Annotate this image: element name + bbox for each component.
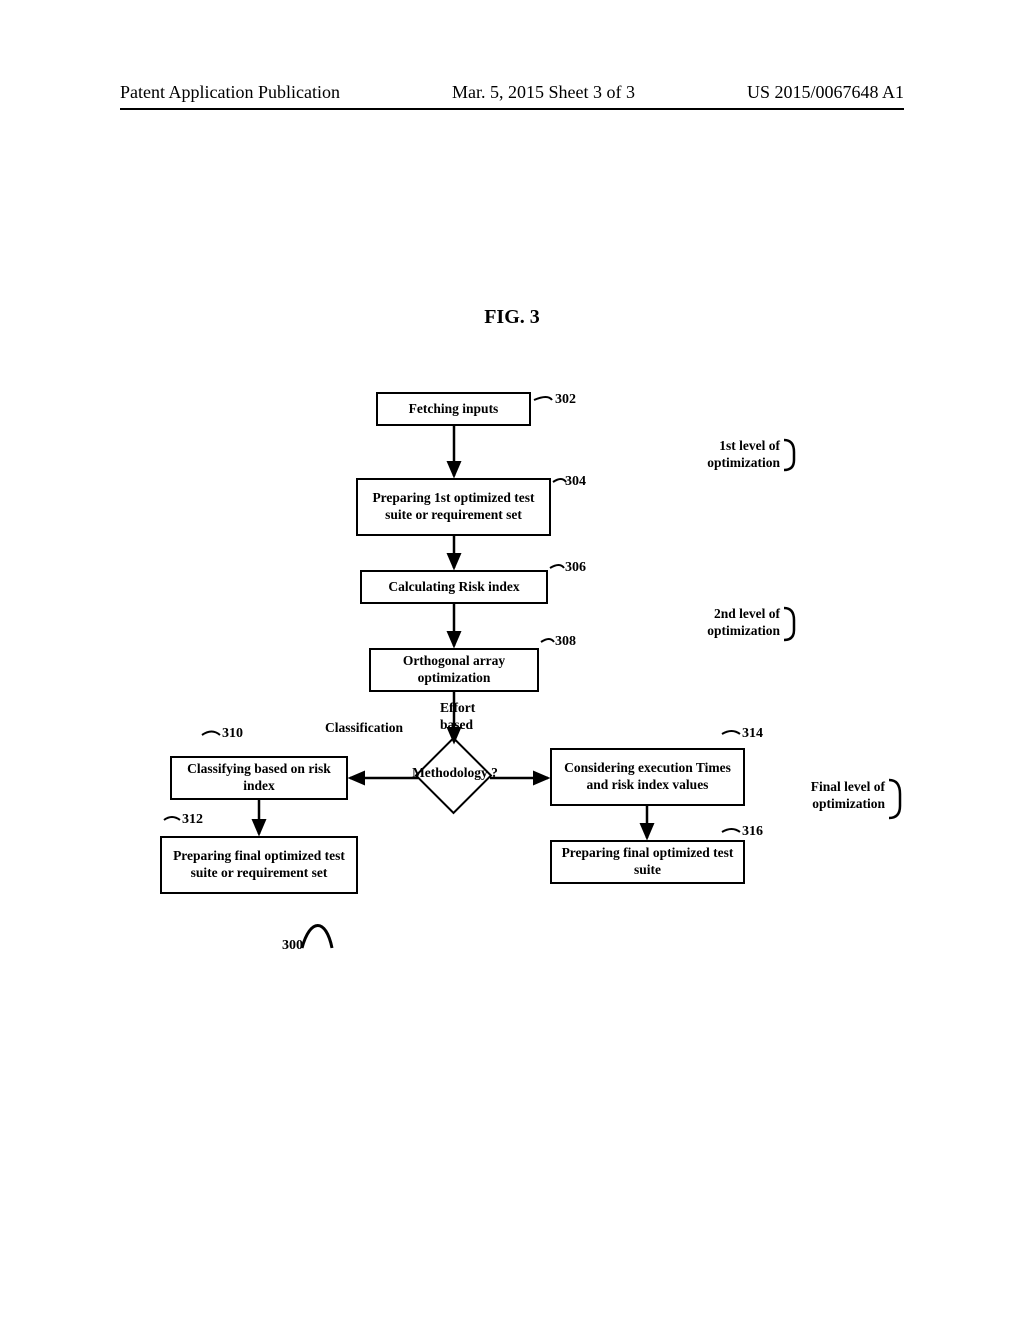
box-preparing-1st-optimized: Preparing 1st optimized test suite or re… xyxy=(356,478,551,536)
ref-302: 302 xyxy=(555,392,576,408)
box-calculating-risk-index: Calculating Risk index xyxy=(360,570,548,604)
ref-308: 308 xyxy=(555,634,576,650)
box-classifying-risk-index: Classifying based on risk index xyxy=(170,756,348,800)
ref-312: 312 xyxy=(182,812,203,828)
ref-316: 316 xyxy=(742,824,763,840)
header-left: Patent Application Publication xyxy=(120,82,340,103)
header-divider xyxy=(120,108,904,110)
ref-300: 300 xyxy=(282,938,303,954)
page-header: Patent Application Publication Mar. 5, 2… xyxy=(120,82,904,103)
box-preparing-final-left: Preparing final optimized test suite or … xyxy=(160,836,358,894)
figure-title: FIG. 3 xyxy=(0,306,1024,329)
box-considering-execution: Considering execution Times and risk ind… xyxy=(550,748,745,806)
annotation-level3: Final level of optimization xyxy=(775,779,885,813)
decision-question-label: Methodology ? xyxy=(412,765,498,780)
box-orthogonal-array: Orthogonal array optimization xyxy=(369,648,539,692)
header-center: Mar. 5, 2015 Sheet 3 of 3 xyxy=(452,82,635,103)
ref-304: 304 xyxy=(565,474,586,490)
box-fetching-inputs: Fetching inputs xyxy=(376,392,531,426)
ref-310: 310 xyxy=(222,726,243,742)
annotation-level1: 1st level of optimization xyxy=(670,438,780,472)
page: Patent Application Publication Mar. 5, 2… xyxy=(0,0,1024,1320)
annotation-level2: 2nd level of optimization xyxy=(670,606,780,640)
header-right: US 2015/0067648 A1 xyxy=(747,82,904,103)
decision-label-right: Effort based xyxy=(440,700,500,734)
box-preparing-final-right: Preparing final optimized test suite xyxy=(550,840,745,884)
decision-text: Methodology ? xyxy=(405,765,505,781)
ref-314: 314 xyxy=(742,726,763,742)
decision-label-left: Classification xyxy=(325,720,425,737)
ref-306: 306 xyxy=(565,560,586,576)
